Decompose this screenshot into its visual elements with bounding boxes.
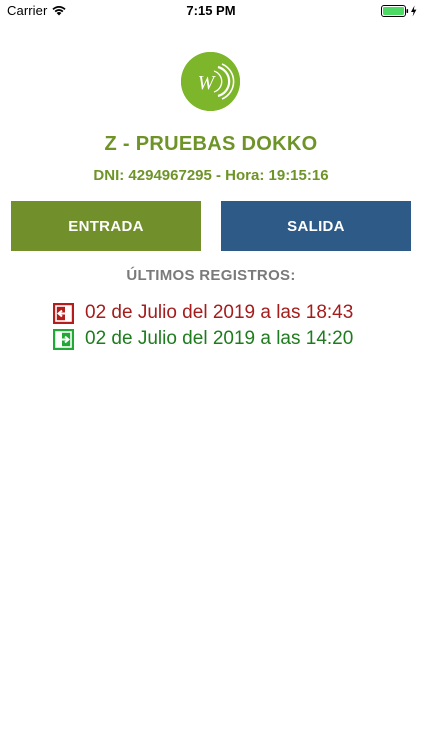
employee-info: DNI: 4294967295 - Hora: 19:15:16 [93, 167, 329, 184]
status-bar: Carrier 7:15 PM [0, 0, 422, 22]
list-item: 02 de Julio del 2019 a las 14:20 [53, 326, 353, 352]
company-name: Z - PRUEBAS DOKKO [104, 133, 318, 155]
records-title: ÚLTIMOS REGISTROS: [126, 267, 296, 284]
record-text: 02 de Julio del 2019 a las 18:43 [85, 302, 354, 323]
battery-charging-icon [381, 5, 417, 17]
enter-icon [53, 328, 74, 350]
exit-icon [53, 302, 74, 324]
logo-letters: W [198, 72, 217, 94]
company-logo: W [181, 52, 240, 111]
record-text: 02 de Julio del 2019 a las 14:20 [85, 328, 354, 349]
entrada-button-label: ENTRADA [68, 217, 144, 235]
salida-button-label: SALIDA [287, 217, 345, 235]
list-item: 02 de Julio del 2019 a las 18:43 [53, 300, 353, 326]
records-list: 02 de Julio del 2019 a las 18:43 02 de J… [53, 300, 353, 352]
status-time: 7:15 PM [186, 3, 236, 18]
company-logo-icon: W [181, 52, 240, 111]
entrada-button[interactable]: ENTRADA [11, 201, 201, 251]
salida-button[interactable]: SALIDA [221, 201, 411, 251]
